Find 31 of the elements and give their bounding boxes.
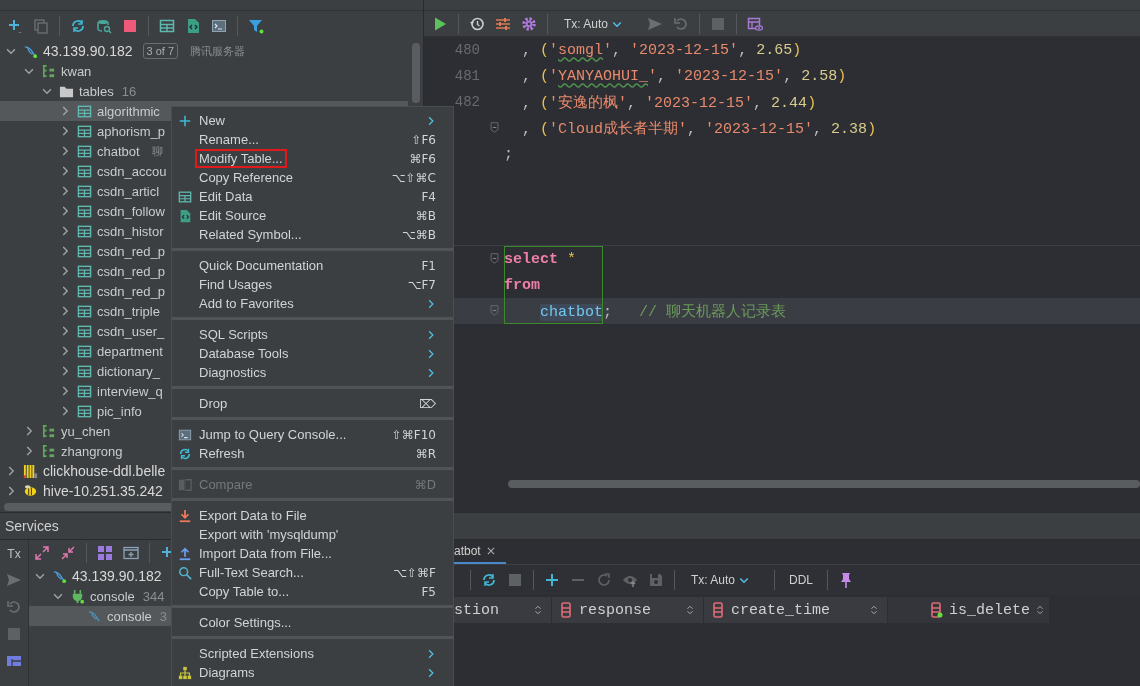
shortcut-text: ⇧F6 bbox=[411, 132, 436, 147]
code-line: chatbot; // 聊天机器人记录表 bbox=[539, 302, 787, 321]
code-line: ; bbox=[504, 145, 513, 163]
shortcut-text: ⌘F6 bbox=[409, 151, 436, 166]
shortcut-text: ⌘B bbox=[415, 208, 436, 223]
panel-title: Services bbox=[5, 518, 59, 534]
item-count: 344 bbox=[142, 588, 165, 604]
code-line: , ('somgl', '2023-12-15', 2.65) bbox=[521, 41, 802, 59]
line-number: 480 bbox=[453, 42, 480, 58]
line-number: 481 bbox=[453, 68, 480, 84]
shortcut-text: ⌦ bbox=[419, 396, 436, 411]
shortcut-text: ⌥⇧⌘C bbox=[391, 170, 436, 185]
shortcut-text: F4 bbox=[421, 189, 436, 204]
item-count: 16 bbox=[121, 83, 137, 99]
shortcut-text: ⌥⌘B bbox=[401, 227, 436, 242]
shortcut-text: ⌘R bbox=[415, 446, 436, 461]
code-line: , ('YANYAOHUI_', '2023-12-15', 2.58) bbox=[521, 67, 847, 85]
count-badge: 3 of 7 bbox=[142, 43, 179, 59]
comment-text: 聊 bbox=[151, 143, 163, 159]
shortcut-text: ⌥⇧⌘F bbox=[393, 565, 436, 580]
code-line: , ('安逸的枫', '2023-12-15', 2.44) bbox=[521, 93, 817, 112]
shortcut-text: ⌥F7 bbox=[407, 277, 436, 292]
shortcut-text: ⇧⌘F10 bbox=[391, 427, 436, 442]
code-line: , ('Cloud成长者半期', '2023-12-15', 2.38) bbox=[521, 119, 877, 138]
shortcut-text: F5 bbox=[421, 584, 436, 599]
shortcut-text: F1 bbox=[421, 258, 436, 273]
line-number: 482 bbox=[453, 94, 480, 110]
code-line: from bbox=[504, 276, 540, 294]
code-line: select * bbox=[504, 250, 577, 268]
comment-text: 腾讯服务器 bbox=[190, 43, 246, 59]
shortcut-text: ⌘D bbox=[414, 477, 436, 492]
